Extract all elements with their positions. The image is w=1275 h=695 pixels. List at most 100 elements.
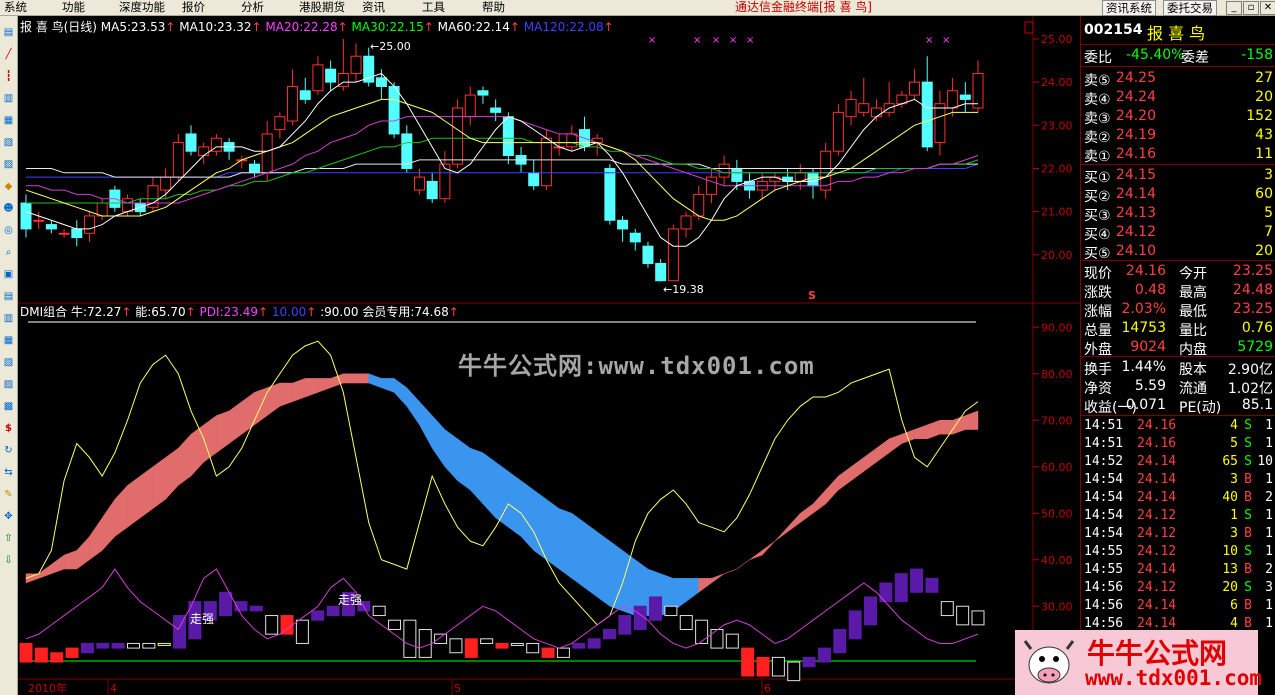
indicator-bar — [311, 610, 325, 621]
window-icon[interactable]: ▩ — [2, 400, 15, 413]
stat-value: 23.25 — [1232, 263, 1273, 279]
compare-icon[interactable]: ▤ — [2, 290, 15, 303]
candle-up — [287, 85, 299, 122]
indicator-bars — [19, 568, 985, 682]
macd-icon[interactable]: ▥ — [2, 312, 15, 325]
menu-analysis[interactable]: 分析 — [241, 0, 264, 15]
band-segment — [533, 489, 547, 561]
rsi-icon[interactable]: ▦ — [2, 334, 15, 347]
sell-row: 卖② 24.19 43 — [1081, 126, 1275, 146]
candle-down — [629, 232, 641, 243]
info-icon[interactable]: ▨ — [2, 158, 15, 171]
header-item: 报 喜 鸟(日线) MA5:23.53 — [20, 19, 165, 34]
grid-icon[interactable]: ▨ — [2, 378, 15, 391]
minute-chart-icon[interactable]: ╱ — [2, 48, 15, 61]
move-icon[interactable]: ✥ — [2, 510, 15, 523]
minimize-icon[interactable]: _ — [1226, 1, 1242, 15]
kline-chart[interactable]: 报 喜 鸟(日线) MA5:23.53↑ MA10:23.32↑ MA20:22… — [18, 16, 1080, 695]
f10-icon[interactable]: ▥ — [2, 92, 15, 105]
band-segment — [863, 447, 877, 472]
indicator-bar — [771, 656, 785, 677]
tick-side: S — [1244, 544, 1252, 559]
menu-tools[interactable]: 工具 — [422, 0, 445, 15]
close-icon[interactable]: ✕ — [1260, 1, 1275, 15]
report-icon[interactable]: ▦ — [2, 114, 15, 127]
users-icon[interactable]: ☻ — [2, 202, 15, 215]
sell-level-label: 卖① — [1084, 149, 1111, 165]
menu-function[interactable]: 功能 — [62, 0, 85, 15]
tick-volume: 10 — [1222, 544, 1238, 559]
band-segment — [457, 438, 471, 491]
y-tick-label: 80.00 — [1041, 368, 1073, 381]
candle-down — [388, 85, 400, 135]
indicator-bar — [695, 619, 709, 644]
header-item: 能:65.70 — [135, 305, 185, 319]
indicator-bar — [541, 647, 555, 658]
tick-price: 24.14 — [1137, 562, 1177, 577]
candle-up — [413, 176, 425, 191]
header-arrow: ↑ — [604, 20, 614, 34]
trade-button[interactable]: 委托交易 — [1163, 0, 1217, 16]
menu-quote[interactable]: 报价 — [182, 0, 205, 15]
band-segment — [266, 382, 281, 417]
dollar-icon[interactable]: $ — [2, 422, 15, 435]
tick-price: 24.16 — [1137, 436, 1177, 451]
band-segment — [317, 378, 331, 393]
tick-time: 14:54 — [1084, 508, 1124, 523]
indicator-bar — [956, 605, 970, 626]
candle-up — [858, 103, 870, 113]
arrow-up-icon[interactable]: ⇧ — [2, 532, 15, 545]
buy-row: 买② 24.14 60 — [1081, 185, 1275, 205]
buy-price: 24.14 — [1115, 186, 1156, 202]
band-segment — [89, 517, 103, 561]
stat-value: 2.90亿 — [1227, 362, 1273, 378]
stat-row: 现价 24.16 今开 23.25 — [1081, 262, 1275, 282]
candle-up — [705, 176, 717, 195]
quote-list-icon[interactable]: ▤ — [2, 26, 15, 39]
band-segment — [216, 410, 230, 454]
restore-icon[interactable]: ▫ — [1243, 1, 1259, 15]
buy-volume: 5 — [1264, 205, 1273, 221]
indicator-bar — [434, 633, 448, 644]
y-tick-label: 60.00 — [1041, 461, 1073, 474]
menu-news[interactable]: 资讯 — [362, 0, 385, 15]
menu-system[interactable]: 系统 — [4, 0, 27, 15]
tick-count: 1 — [1265, 472, 1273, 487]
indicator-bar — [510, 642, 524, 646]
tick-price: 24.14 — [1137, 490, 1177, 505]
table-icon[interactable]: ▧ — [2, 136, 15, 149]
menu-help[interactable]: 帮助 — [482, 0, 505, 15]
indicator-bar — [96, 642, 110, 649]
news-system-button[interactable]: 资讯系统 — [1102, 0, 1156, 16]
pen-icon[interactable]: ✎ — [2, 488, 15, 501]
globe-icon[interactable]: ◎ — [2, 224, 15, 237]
price-header: 报 喜 鸟(日线) MA5:23.53↑ MA10:23.32↑ MA20:22… — [20, 19, 614, 34]
etf-icon[interactable]: ▣ — [2, 268, 15, 281]
buy-level-label: 买② — [1084, 189, 1111, 205]
stat-value: 1.02亿 — [1227, 381, 1273, 397]
quote-panel: 002154 报 喜 鸟 委比 -45.40% 委差 -158 卖⑤ 24.25 2… — [1080, 16, 1275, 695]
export-icon[interactable]: ⇆ — [2, 466, 15, 479]
menu-advanced-function[interactable]: 深度功能 — [119, 0, 165, 15]
menu-hk-futures[interactable]: 港股期货 — [299, 0, 345, 15]
tick-count: 1 — [1265, 616, 1273, 631]
refresh-icon[interactable]: ↻ — [2, 444, 15, 457]
candle-down — [45, 224, 57, 230]
indicator-bar — [602, 629, 616, 640]
stat-value: 2.03% — [1121, 301, 1166, 317]
stat-row: 外盘 9024 内盘 5729 — [1081, 338, 1275, 358]
sell-row: 卖⑤ 24.25 27 — [1081, 69, 1275, 89]
sector-icon[interactable]: ◆ — [2, 180, 15, 193]
candle-down — [71, 228, 83, 239]
tick-price: 24.14 — [1137, 472, 1177, 487]
tick-volume: 4 — [1230, 616, 1238, 631]
band-segment — [838, 466, 852, 491]
tick-row: 14:55 24.12 10 S 1 — [1081, 543, 1275, 561]
arrow-down-icon[interactable]: ⇩ — [2, 554, 15, 567]
candle-up — [972, 72, 984, 109]
kline-icon[interactable]: ┇ — [2, 70, 15, 83]
search-icon[interactable]: ⌕ — [2, 246, 15, 259]
indicator-bar — [848, 610, 862, 640]
layout-icon[interactable]: ▧ — [2, 356, 15, 369]
indicator-bar — [157, 642, 171, 646]
